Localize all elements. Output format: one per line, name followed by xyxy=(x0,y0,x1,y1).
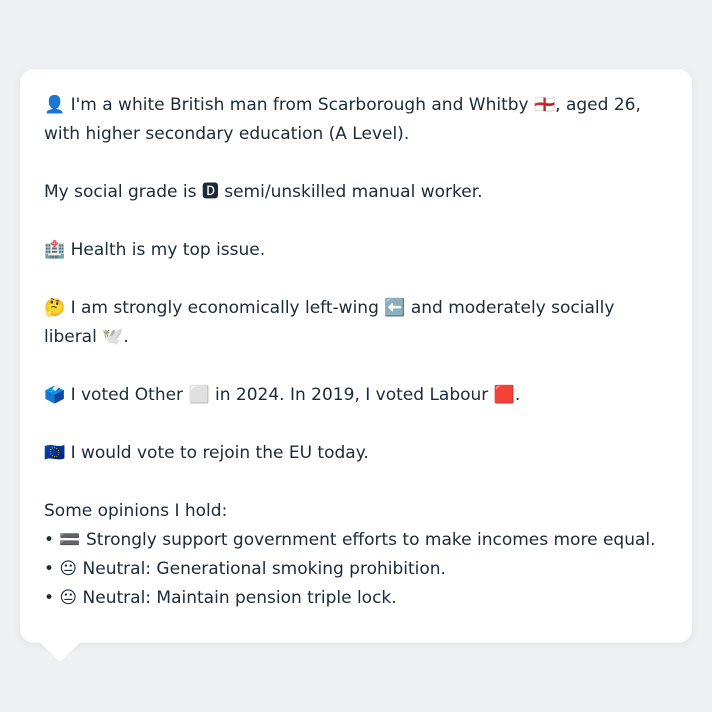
opinions-list: • 🟰 Strongly support government efforts … xyxy=(44,526,668,613)
top-issue-text: 🏥 Health is my top issue. xyxy=(44,240,266,260)
bubble-tail xyxy=(40,642,80,662)
opinions-heading: Some opinions I hold: xyxy=(44,501,228,521)
opinion-item: • 😐 Neutral: Generational smoking prohib… xyxy=(44,559,446,579)
eu-text: 🇪🇺 I would vote to rejoin the EU today. xyxy=(44,443,369,463)
opinion-item: • 🟰 Strongly support government efforts … xyxy=(44,530,656,550)
social-grade-text: My social grade is 🅳 semi/unskilled manu… xyxy=(44,182,483,202)
intro-text: 👤 I'm a white British man from Scarborou… xyxy=(44,95,641,144)
votes-text: 🗳️ I voted Other ⬜ in 2024. In 2019, I v… xyxy=(44,385,521,405)
persona-message-bubble: 👤 I'm a white British man from Scarborou… xyxy=(20,69,692,643)
ideology-text: 🤔 I am strongly economically left-wing ⬅… xyxy=(44,298,615,347)
opinion-item: • 😐 Neutral: Maintain pension triple loc… xyxy=(44,588,397,608)
